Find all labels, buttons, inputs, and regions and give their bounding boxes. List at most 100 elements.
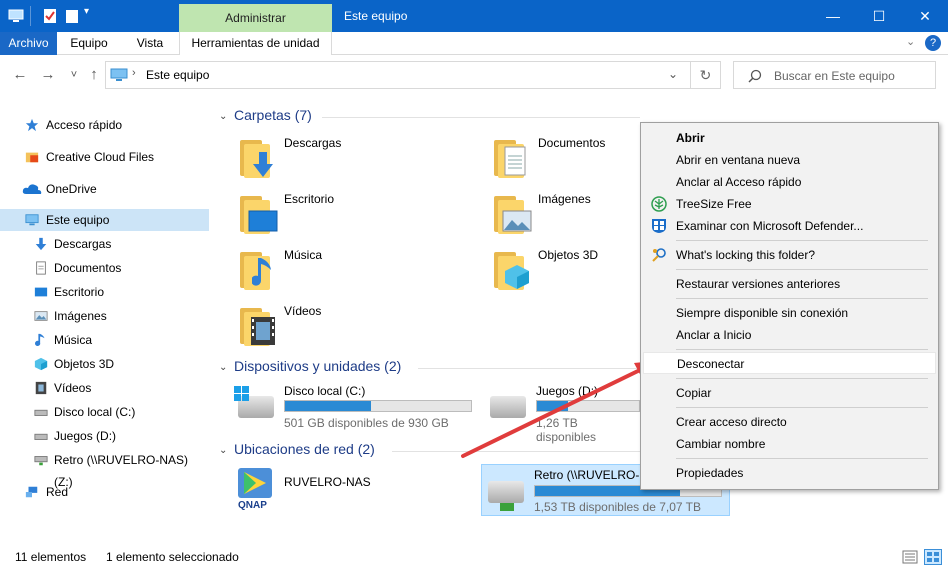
computer-icon bbox=[8, 9, 24, 22]
menu-item-whats-locking[interactable]: What's locking this folder? bbox=[643, 244, 936, 266]
treesize-icon bbox=[651, 196, 667, 212]
defender-shield-icon bbox=[652, 219, 666, 233]
sidebar-item-onedrive[interactable]: OneDrive bbox=[0, 178, 209, 200]
sidebar-item-este-equipo[interactable]: Este equipo bbox=[0, 209, 209, 231]
drive-juegos[interactable]: Juegos (D:) 1,26 TB disponibles bbox=[484, 384, 640, 444]
folder-name: Vídeos bbox=[284, 304, 322, 318]
menu-item-anclar-acceso-rapido[interactable]: Anclar al Acceso rápido bbox=[643, 171, 936, 193]
menu-separator bbox=[676, 349, 928, 350]
drive-usage-bar bbox=[284, 400, 472, 412]
menu-item-label: What's locking this folder? bbox=[676, 248, 816, 262]
folder-escritorio[interactable]: Escritorio bbox=[238, 190, 478, 242]
properties-icon[interactable] bbox=[42, 8, 58, 24]
folder-documentos[interactable]: Documentos bbox=[492, 134, 638, 186]
up-button[interactable]: ↑ bbox=[84, 66, 104, 84]
menu-item-copiar[interactable]: Copiar bbox=[643, 382, 936, 404]
collapse-icon[interactable]: ⌄ bbox=[219, 362, 227, 373]
drive-name: Juegos (D:) bbox=[536, 384, 599, 398]
creative-cloud-icon bbox=[25, 152, 39, 163]
sidebar-item-musica[interactable]: Música bbox=[0, 329, 209, 351]
group-header-dispositivos[interactable]: Dispositivos y unidades (2) bbox=[234, 358, 401, 374]
music-folder-icon bbox=[238, 250, 276, 290]
folder-imagenes[interactable]: Imágenes bbox=[492, 190, 638, 242]
minimize-button[interactable]: — bbox=[810, 0, 856, 32]
sidebar-item-label: Creative Cloud Files bbox=[46, 150, 155, 164]
cube-icon bbox=[34, 357, 48, 371]
address-bar[interactable]: › Este equipo ⌄ bbox=[105, 61, 691, 89]
images-folder-icon bbox=[492, 194, 532, 234]
tiles-view-icon[interactable] bbox=[924, 549, 942, 565]
network-location-name: RUVELRO-NAS bbox=[284, 475, 371, 489]
sidebar-item-label: Acceso rápido bbox=[46, 118, 123, 132]
breadcrumb[interactable]: Este equipo bbox=[146, 68, 209, 82]
menu-item-propiedades[interactable]: Propiedades bbox=[643, 462, 936, 484]
download-icon bbox=[35, 237, 47, 251]
menu-item-examinar-defender[interactable]: Examinar con Microsoft Defender... bbox=[643, 215, 936, 237]
drive-usage-fill bbox=[285, 401, 371, 411]
desktop-folder-icon bbox=[238, 194, 278, 234]
sidebar-item-creative-cloud[interactable]: Creative Cloud Files bbox=[0, 146, 209, 168]
folder-videos[interactable]: Vídeos bbox=[238, 302, 478, 354]
sidebar-item-disco-local[interactable]: Disco local (C:) bbox=[0, 401, 209, 423]
drive-disco-local[interactable]: Disco local (C:) 501 GB disponibles de 9… bbox=[232, 384, 476, 436]
image-icon bbox=[34, 311, 48, 321]
tab-equipo[interactable]: Equipo bbox=[60, 32, 118, 55]
sidebar-item-videos[interactable]: Vídeos bbox=[0, 377, 209, 399]
sidebar-item-acceso-rapido[interactable]: Acceso rápido bbox=[0, 114, 209, 136]
desktop-icon bbox=[34, 287, 48, 297]
menu-item-treesize[interactable]: TreeSize Free bbox=[643, 193, 936, 215]
menu-item-cambiar-nombre[interactable]: Cambiar nombre bbox=[643, 433, 936, 455]
sidebar-item-red[interactable]: Red bbox=[0, 481, 209, 503]
address-dropdown-icon[interactable]: ⌄ bbox=[668, 67, 678, 81]
details-view-icon[interactable] bbox=[902, 550, 918, 564]
sidebar-item-label: Juegos (D:) bbox=[54, 429, 117, 443]
folder-name: Música bbox=[284, 248, 323, 262]
collapse-icon[interactable]: ⌄ bbox=[219, 111, 227, 122]
sidebar-item-escritorio[interactable]: Escritorio bbox=[0, 281, 209, 303]
computer-icon bbox=[25, 214, 39, 226]
menu-item-anclar-inicio[interactable]: Anclar a Inicio bbox=[643, 324, 936, 346]
sidebar-item-documentos[interactable]: Documentos bbox=[0, 257, 209, 279]
network-location-ruvelro-nas[interactable]: QNAP RUVELRO-NAS bbox=[232, 466, 472, 518]
menu-item-abrir[interactable]: Abrir bbox=[643, 127, 936, 149]
sidebar-item-label: Documentos bbox=[54, 261, 122, 275]
sidebar-item-imagenes[interactable]: Imágenes bbox=[0, 305, 209, 327]
menu-item-desconectar[interactable]: Desconectar bbox=[643, 352, 936, 374]
qat-customize-icon[interactable]: ▾ bbox=[84, 6, 89, 17]
search-icon bbox=[748, 69, 762, 83]
forward-button[interactable]: → bbox=[38, 66, 58, 84]
help-icon[interactable]: ? bbox=[925, 35, 941, 51]
collapse-icon[interactable]: ⌄ bbox=[219, 445, 227, 456]
sidebar-item-descargas[interactable]: Descargas bbox=[0, 233, 209, 255]
document-icon bbox=[36, 261, 46, 275]
tab-administrar[interactable]: Administrar bbox=[179, 4, 332, 32]
tab-archivo[interactable]: Archivo bbox=[0, 32, 57, 55]
tab-vista[interactable]: Vista bbox=[122, 32, 178, 55]
sidebar-item-label: Música bbox=[54, 333, 93, 347]
group-header-carpetas[interactable]: Carpetas (7) bbox=[234, 107, 312, 123]
ribbon-expand-icon[interactable]: ⌄ bbox=[906, 35, 915, 48]
menu-item-crear-acceso-directo[interactable]: Crear acceso directo bbox=[643, 411, 936, 433]
sidebar-item-juegos[interactable]: Juegos (D:) bbox=[0, 425, 209, 447]
folder-name: Imágenes bbox=[538, 192, 591, 206]
refresh-button[interactable]: ↻ bbox=[691, 61, 721, 89]
menu-item-restaurar-versiones[interactable]: Restaurar versiones anteriores bbox=[643, 273, 936, 295]
search-input[interactable]: Buscar en Este equipo bbox=[733, 61, 936, 89]
sidebar-item-retro[interactable]: Retro (\\RUVELRO-NAS) (Z:) bbox=[0, 449, 209, 489]
new-folder-icon[interactable] bbox=[64, 8, 80, 24]
item-count: 11 elementos bbox=[15, 550, 87, 564]
folder-objetos-3d[interactable]: Objetos 3D bbox=[492, 246, 638, 298]
group-header-ubicaciones-red[interactable]: Ubicaciones de red (2) bbox=[234, 441, 375, 457]
maximize-button[interactable]: ☐ bbox=[856, 0, 902, 32]
menu-item-abrir-ventana-nueva[interactable]: Abrir en ventana nueva bbox=[643, 149, 936, 171]
folder-descargas[interactable]: Descargas bbox=[238, 134, 478, 186]
menu-separator bbox=[676, 458, 928, 459]
close-button[interactable]: ✕ bbox=[902, 0, 948, 32]
back-button[interactable]: ← bbox=[10, 66, 30, 84]
recent-locations-button[interactable]: ˅ bbox=[64, 66, 84, 84]
folder-musica[interactable]: Música bbox=[238, 246, 478, 298]
menu-item-disponible-sin-conexion[interactable]: Siempre disponible sin conexión bbox=[643, 302, 936, 324]
sidebar-item-objetos-3d[interactable]: Objetos 3D bbox=[0, 353, 209, 375]
tab-herramientas-de-unidad[interactable]: Herramientas de unidad bbox=[179, 32, 332, 55]
windows-logo-icon bbox=[234, 386, 249, 401]
